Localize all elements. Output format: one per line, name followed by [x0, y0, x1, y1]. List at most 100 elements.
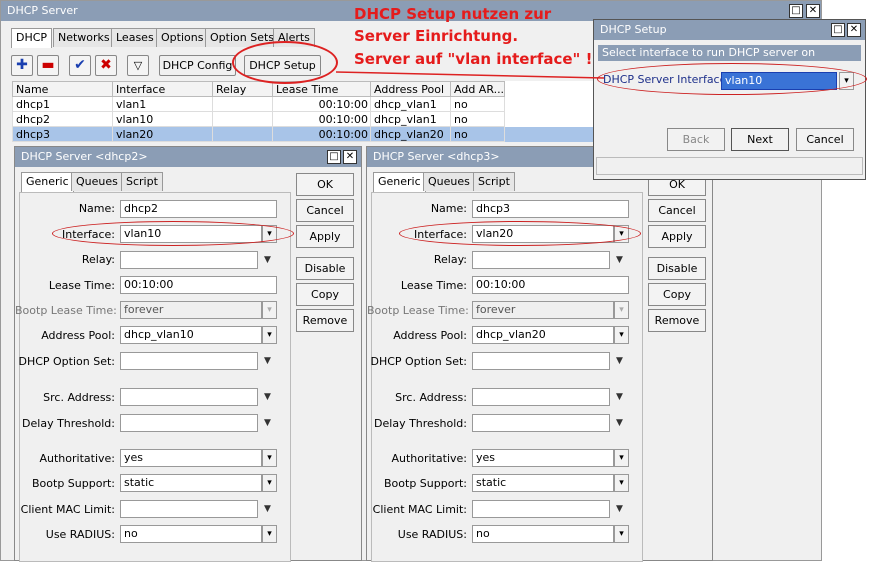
relay-dropdown-icon[interactable]: ▼: [616, 251, 623, 269]
maximize-icon[interactable]: □: [327, 150, 341, 164]
close-icon[interactable]: ✕: [343, 150, 357, 164]
dhcp-option-set-field[interactable]: [472, 352, 610, 370]
bootp-support-dropdown-icon[interactable]: ▾: [614, 474, 629, 492]
bootp-lease-time-label: Bootp Lease Time:: [15, 304, 117, 317]
address-pool-select[interactable]: dhcp_vlan10: [120, 326, 262, 344]
remove-button[interactable]: Remove: [648, 309, 706, 332]
name-field[interactable]: dhcp3: [472, 200, 629, 218]
cell-pool: dhcp_vlan1: [370, 111, 451, 127]
lease-time-label: Lease Time:: [48, 279, 115, 292]
back-button[interactable]: Back: [667, 128, 725, 151]
filter-icon[interactable]: ▽: [127, 55, 149, 76]
src-address-label: Src. Address:: [395, 391, 467, 404]
col-relay[interactable]: Relay: [212, 81, 273, 97]
use-radius-select[interactable]: no: [472, 525, 614, 543]
col-name[interactable]: Name: [12, 81, 113, 97]
mac-limit-dropdown-icon[interactable]: ▼: [616, 500, 623, 518]
address-pool-dropdown-icon[interactable]: ▾: [614, 326, 629, 344]
disable-x-icon[interactable]: ✖: [95, 55, 117, 76]
client-mac-limit-field[interactable]: [120, 500, 258, 518]
client-mac-limit-field[interactable]: [472, 500, 610, 518]
src-address-dropdown-icon[interactable]: ▼: [264, 388, 271, 406]
authoritative-dropdown-icon[interactable]: ▾: [262, 449, 277, 467]
cell-pool: dhcp_vlan20: [370, 126, 451, 142]
dhcp-config-button[interactable]: DHCP Config: [159, 55, 236, 76]
authoritative-label: Authoritative:: [39, 452, 116, 465]
tab-options[interactable]: Options: [156, 28, 209, 47]
tab-generic[interactable]: Generic: [21, 172, 74, 192]
close-icon[interactable]: ✕: [806, 4, 820, 18]
bootp-support-dropdown-icon[interactable]: ▾: [262, 474, 277, 492]
tab-script[interactable]: Script: [473, 172, 515, 191]
bootp-support-select[interactable]: static: [472, 474, 614, 492]
delay-threshold-field[interactable]: [472, 414, 610, 432]
cell-lease: 00:10:00: [272, 126, 371, 142]
delay-threshold-field[interactable]: [120, 414, 258, 432]
disable-button[interactable]: Disable: [648, 257, 706, 280]
src-address-label: Src. Address:: [43, 391, 115, 404]
relay-label: Relay:: [81, 253, 115, 266]
remove-icon[interactable]: ▬: [37, 55, 59, 76]
dialog-tabs: Generic Queues Script: [373, 172, 515, 192]
next-button[interactable]: Next: [731, 128, 789, 151]
tab-leases[interactable]: Leases: [111, 28, 159, 47]
maximize-icon[interactable]: □: [789, 4, 803, 18]
delay-threshold-dropdown-icon[interactable]: ▼: [616, 414, 623, 432]
tab-queues[interactable]: Queues: [423, 172, 475, 191]
disable-button[interactable]: Disable: [296, 257, 354, 280]
setup-hint: Select interface to run DHCP server on: [598, 45, 861, 61]
src-address-dropdown-icon[interactable]: ▼: [616, 388, 623, 406]
remove-button[interactable]: Remove: [296, 309, 354, 332]
cell-lease: 00:10:00: [272, 96, 371, 112]
maximize-icon[interactable]: □: [831, 23, 845, 37]
dhcp-server-dialog-dhcp2: DHCP Server <dhcp2> □ ✕ Generic Queues S…: [14, 146, 362, 562]
cancel-button[interactable]: Cancel: [796, 128, 854, 151]
relay-field[interactable]: [472, 251, 610, 269]
cancel-button[interactable]: Cancel: [648, 199, 706, 222]
authoritative-select[interactable]: yes: [472, 449, 614, 467]
cancel-button[interactable]: Cancel: [296, 199, 354, 222]
close-icon[interactable]: ✕: [847, 23, 861, 37]
name-field[interactable]: dhcp2: [120, 200, 277, 218]
authoritative-select[interactable]: yes: [120, 449, 262, 467]
lease-time-field[interactable]: 00:10:00: [472, 276, 629, 294]
use-radius-dropdown-icon[interactable]: ▾: [614, 525, 629, 543]
relay-label: Relay:: [433, 253, 467, 266]
tab-script[interactable]: Script: [121, 172, 163, 191]
option-set-dropdown-icon[interactable]: ▼: [264, 352, 271, 370]
tab-generic[interactable]: Generic: [373, 172, 426, 192]
lease-time-field[interactable]: 00:10:00: [120, 276, 277, 294]
use-radius-select[interactable]: no: [120, 525, 262, 543]
src-address-field[interactable]: [472, 388, 610, 406]
src-address-field[interactable]: [120, 388, 258, 406]
copy-button[interactable]: Copy: [648, 283, 706, 306]
col-interface[interactable]: Interface: [112, 81, 213, 97]
authoritative-dropdown-icon[interactable]: ▾: [614, 449, 629, 467]
cell-interface: vlan1: [112, 96, 213, 112]
dhcp-option-set-label: DHCP Option Set:: [370, 355, 467, 368]
relay-field[interactable]: [120, 251, 258, 269]
dhcp-option-set-field[interactable]: [120, 352, 258, 370]
enable-check-icon[interactable]: ✔: [69, 55, 91, 76]
bootp-support-select[interactable]: static: [120, 474, 262, 492]
option-set-dropdown-icon[interactable]: ▼: [616, 352, 623, 370]
cell-relay: [212, 126, 273, 142]
tab-networks[interactable]: Networks: [53, 28, 115, 47]
address-pool-select[interactable]: dhcp_vlan20: [472, 326, 614, 344]
use-radius-dropdown-icon[interactable]: ▾: [262, 525, 277, 543]
cell-pool: dhcp_vlan1: [370, 96, 451, 112]
mac-limit-dropdown-icon[interactable]: ▼: [264, 500, 271, 518]
delay-threshold-dropdown-icon[interactable]: ▼: [264, 414, 271, 432]
ok-button[interactable]: OK: [296, 173, 354, 196]
copy-button[interactable]: Copy: [296, 283, 354, 306]
tab-dhcp[interactable]: DHCP: [11, 28, 53, 48]
add-icon[interactable]: ✚: [11, 55, 33, 76]
address-pool-dropdown-icon[interactable]: ▾: [262, 326, 277, 344]
dialog-titlebar: DHCP Server <dhcp2>: [15, 147, 361, 167]
client-mac-limit-label: Client MAC Limit:: [20, 503, 115, 516]
bootp-lease-dropdown-icon: ▾: [614, 301, 629, 319]
apply-button[interactable]: Apply: [648, 225, 706, 248]
tab-queues[interactable]: Queues: [71, 172, 123, 191]
apply-button[interactable]: Apply: [296, 225, 354, 248]
relay-dropdown-icon[interactable]: ▼: [264, 251, 271, 269]
